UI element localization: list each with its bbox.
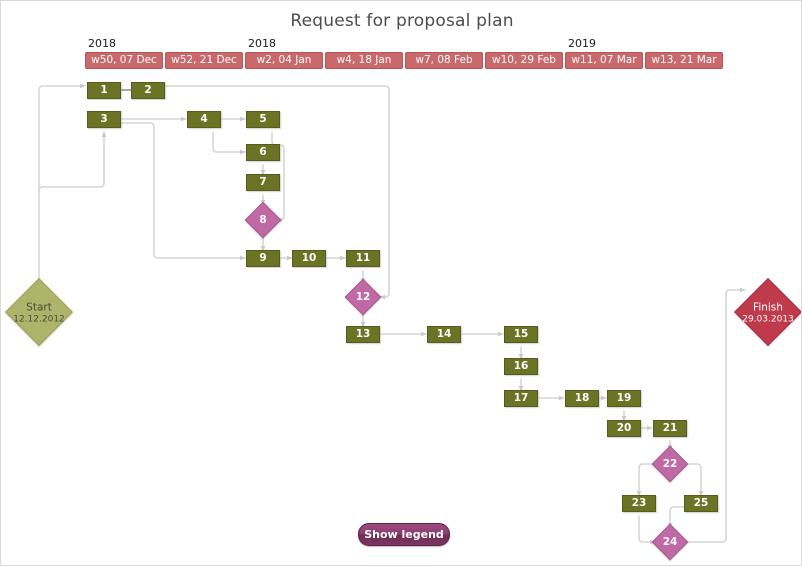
task-node-6[interactable]: 6 [246,143,280,161]
edge-23-24 [638,515,656,545]
milestone-node-label: 24 [662,536,678,548]
task-node-4[interactable]: 4 [187,110,221,128]
task-node-18[interactable]: 18 [565,389,599,407]
task-node-14[interactable]: 14 [427,325,461,343]
task-node-17[interactable]: 17 [504,389,538,407]
task-node-2[interactable]: 2 [131,81,165,99]
task-node-16[interactable]: 16 [504,357,538,375]
edge-22-23 [636,463,657,497]
milestone-node-label: 22 [662,458,678,470]
task-node-25[interactable]: 25 [684,494,718,512]
task-node-3[interactable]: 3 [87,110,121,128]
finish-date: 29.03.2013 [742,314,794,325]
task-node-11[interactable]: 11 [346,249,380,267]
finish-label: Finish [753,301,783,314]
task-node-23[interactable]: 23 [622,494,656,512]
edge-3-9 [121,122,246,261]
start-date: 12.12.2012 [13,314,65,325]
task-node-21[interactable]: 21 [653,419,687,437]
task-node-13[interactable]: 13 [346,325,380,343]
show-legend-button[interactable]: Show legend [358,523,450,546]
task-node-7[interactable]: 7 [246,173,280,191]
start-label: Start [26,301,52,314]
task-node-5[interactable]: 5 [246,110,280,128]
diagram-canvas: Request for proposal plan 2018 w50, 07 De… [0,0,802,566]
task-node-10[interactable]: 10 [292,249,326,267]
task-node-20[interactable]: 20 [607,419,641,437]
edge-start-3 [38,131,107,192]
edge-4-6 [212,131,246,155]
edge-22-25 [683,463,704,497]
connector-layer [38,83,746,545]
task-node-15[interactable]: 15 [504,325,538,343]
task-node-9[interactable]: 9 [246,249,280,267]
task-node-19[interactable]: 19 [607,389,641,407]
milestone-node-label: 8 [259,214,267,226]
milestone-node-label: 12 [355,291,371,303]
task-node-1[interactable]: 1 [87,81,121,99]
